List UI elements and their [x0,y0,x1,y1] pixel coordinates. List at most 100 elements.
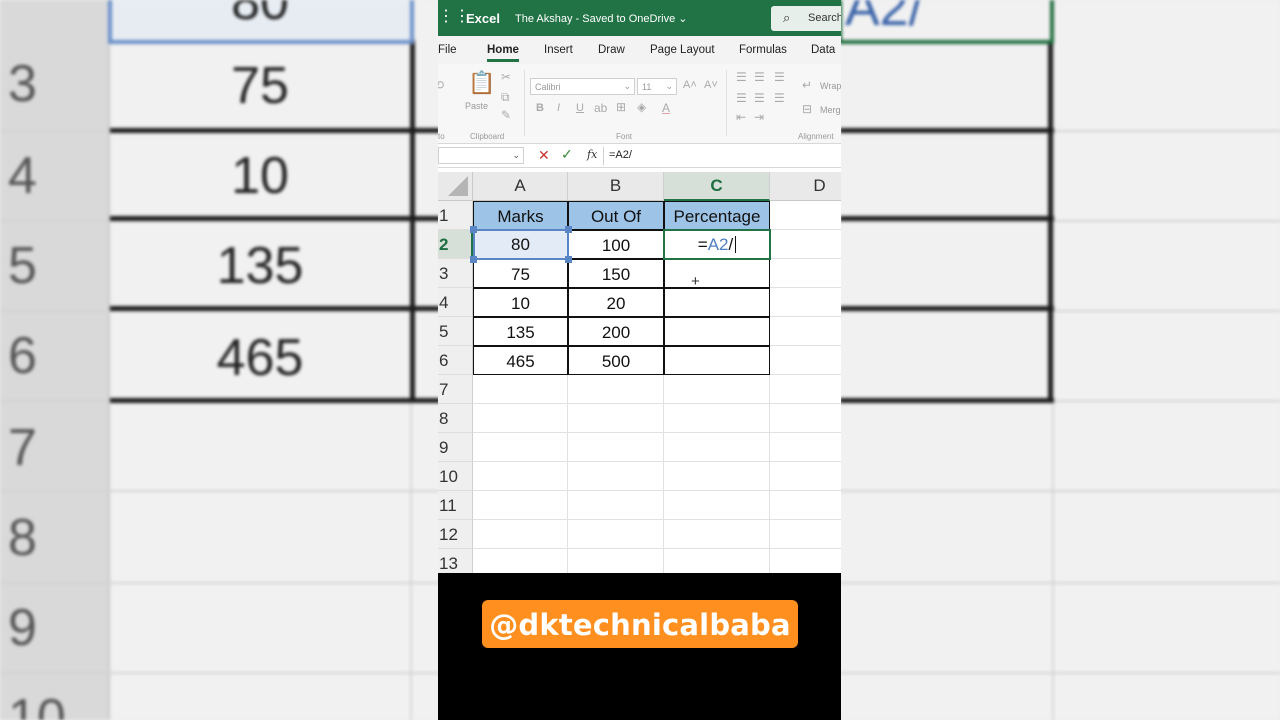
row-header[interactable]: 9 [438,433,473,462]
tab-home[interactable]: Home [487,44,519,62]
row-header[interactable]: 8 [438,404,473,433]
cell[interactable] [770,520,841,549]
cell[interactable] [568,549,664,573]
cell[interactable] [664,491,770,520]
bold-button[interactable]: B [536,102,544,114]
column-header-a[interactable]: A [473,172,568,201]
font-name-select[interactable]: Calibri ⌄ [530,78,635,95]
app-launcher-icon[interactable]: ⋮⋮ [438,9,470,25]
row-header[interactable]: 7 [438,375,473,404]
header-cell-marks[interactable]: Marks [473,201,568,230]
row-header[interactable]: 1 [438,201,473,230]
wrap-text-icon[interactable]: ↵ [802,78,812,92]
range-handle[interactable] [565,226,572,233]
tab-insert[interactable]: Insert [544,44,573,56]
cell[interactable] [568,491,664,520]
column-header-b[interactable]: B [568,172,664,201]
formula-input[interactable]: =A2/ [609,149,632,161]
format-painter-icon[interactable]: ✎ [501,108,511,122]
paste-label[interactable]: Paste [465,101,488,111]
header-cell-out-of[interactable]: Out Of [568,201,664,230]
decrease-indent-icon[interactable]: ⇤ [736,110,746,124]
wrap-text-label[interactable]: Wrap [820,81,841,91]
insert-function-icon[interactable]: fx [587,148,597,161]
cell[interactable] [473,549,568,573]
cell[interactable] [770,288,841,317]
cell[interactable] [664,549,770,573]
cell[interactable] [770,404,841,433]
cell[interactable] [770,433,841,462]
cell[interactable] [473,404,568,433]
cell[interactable] [473,375,568,404]
paste-icon[interactable]: 📋 [468,70,495,96]
cell[interactable] [473,462,568,491]
undo-icon[interactable]: ⟲ [438,78,444,92]
cell[interactable] [770,201,841,230]
range-handle[interactable] [470,226,477,233]
align-bottom-icon[interactable]: ☰ [774,70,785,84]
cell[interactable] [770,491,841,520]
tab-page-layout[interactable]: Page Layout [650,44,715,56]
cell[interactable] [568,462,664,491]
merge-icon[interactable]: ⊟ [802,102,812,116]
cell[interactable] [568,433,664,462]
cell-b6[interactable]: 500 [568,346,664,375]
cell-a3[interactable]: 75 [473,259,568,288]
tab-data[interactable]: Data [811,44,835,56]
search-box[interactable]: ⌕ Search [771,6,841,31]
row-header[interactable]: 5 [438,317,473,346]
italic-button[interactable]: I [557,102,560,114]
align-center-icon[interactable]: ☰ [754,91,765,105]
select-all-corner[interactable] [438,172,473,201]
enter-icon[interactable]: ✓ [561,146,573,163]
cell-b5[interactable]: 200 [568,317,664,346]
strikethrough-icon[interactable]: ab [594,101,607,115]
grow-font-icon[interactable]: A˄ [683,79,697,91]
underline-button[interactable]: U [576,102,584,114]
row-header[interactable]: 4 [438,288,473,317]
cell-c6[interactable] [664,346,770,375]
range-handle[interactable] [470,256,477,263]
range-handle[interactable] [565,256,572,263]
cell[interactable] [664,433,770,462]
column-header-c[interactable]: C [664,172,770,201]
align-right-icon[interactable]: ☰ [774,91,785,105]
cell[interactable] [664,462,770,491]
cell-b4[interactable]: 20 [568,288,664,317]
cell-a6[interactable]: 465 [473,346,568,375]
cut-icon[interactable]: ✂ [501,70,511,84]
cell[interactable] [770,259,841,288]
cell-c5[interactable] [664,317,770,346]
cell[interactable] [770,375,841,404]
cell[interactable] [664,404,770,433]
cell-b3[interactable]: 150 [568,259,664,288]
cell-a4[interactable]: 10 [473,288,568,317]
cell[interactable] [664,520,770,549]
font-size-select[interactable]: 11 ⌄ [637,78,677,95]
row-header[interactable]: 2 [438,230,473,259]
cell[interactable] [770,549,841,573]
row-header[interactable]: 10 [438,462,473,491]
cell[interactable] [473,491,568,520]
row-header[interactable]: 13 [438,549,473,573]
copy-icon[interactable]: ⧉ [501,90,510,105]
worksheet-grid[interactable]: A B C D 1 2 3 4 5 6 7 8 9 10 11 12 13 Ma… [438,168,841,573]
borders-icon[interactable]: ⊞ [616,100,626,114]
tab-draw[interactable]: Draw [598,44,625,56]
cell[interactable] [664,375,770,404]
tab-file[interactable]: File [438,44,457,56]
cell[interactable] [770,346,841,375]
align-top-icon[interactable]: ☰ [736,70,747,84]
editing-formula[interactable]: =A2/ [664,230,770,259]
cell-a5[interactable]: 135 [473,317,568,346]
cell-b2[interactable]: 100 [568,230,664,259]
cell[interactable] [770,462,841,491]
tab-formulas[interactable]: Formulas [739,44,787,56]
cell[interactable] [568,520,664,549]
column-header-d[interactable]: D [770,172,841,201]
row-header[interactable]: 3 [438,259,473,288]
cell[interactable] [473,520,568,549]
font-color-button[interactable]: A [662,101,670,115]
cell[interactable] [568,375,664,404]
increase-indent-icon[interactable]: ⇥ [754,110,764,124]
